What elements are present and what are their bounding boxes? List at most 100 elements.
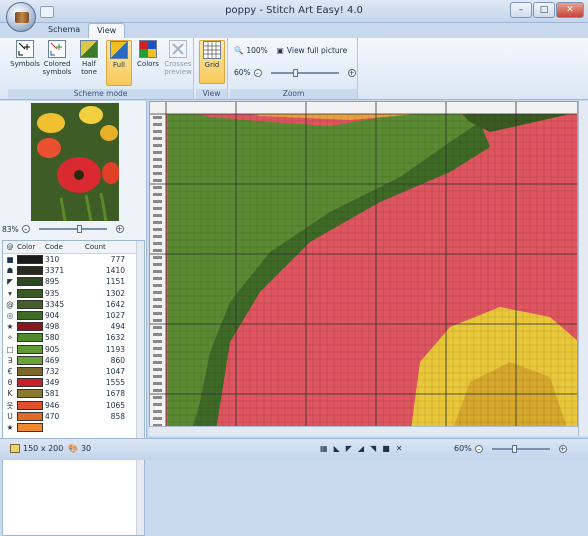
tool-full-icon[interactable]: ◥ — [370, 444, 376, 453]
palette-row[interactable]: @3345 1642 — [3, 299, 144, 310]
palette-code: 905 — [45, 344, 60, 354]
palette-row[interactable]: ✧ 580 1632 — [3, 332, 144, 343]
palette-symbol: ■ — [6, 255, 14, 265]
palette-swatch — [17, 389, 43, 399]
palette-swatch — [17, 333, 43, 343]
view-full-picture-button[interactable]: View full picture — [287, 46, 347, 55]
horizontal-scrollbar[interactable] — [149, 426, 578, 436]
tool-cross-icon[interactable]: ✕ — [396, 444, 403, 453]
tool-quarter-icon[interactable]: ◤ — [346, 444, 352, 453]
status-zoom-in-icon[interactable]: + — [558, 444, 567, 453]
palette-table: @ Color Code Count ■ 310 777 ☗ 3371 1410 ◤ 895 1… — [2, 240, 145, 536]
zoom-group: 🔍 100% ▣ View full picture 60% – + Zoom — [230, 38, 358, 100]
close-button[interactable]: ✕ — [556, 2, 584, 18]
zoom-in-icon[interactable]: + — [347, 68, 356, 77]
palette-code: 470 — [45, 411, 60, 421]
minimize-button[interactable]: – — [510, 2, 532, 18]
grid-button[interactable]: Grid — [199, 40, 225, 84]
preview-zoom-slider[interactable] — [33, 225, 113, 233]
palette-row[interactable]: θ 349 1555 — [3, 377, 144, 388]
ribbon-zoom-value: 60% — [234, 68, 251, 77]
palette-code: 732 — [45, 366, 60, 376]
palette-count: 860 — [110, 355, 125, 365]
palette-symbol: K — [7, 389, 13, 399]
palette-code: 904 — [45, 311, 60, 321]
colored-symbols-button[interactable]: Colored symbols — [42, 40, 72, 76]
palette-symbol: 웃 — [6, 400, 14, 410]
maximize-button[interactable]: □ — [533, 2, 555, 18]
palette-count: 1027 — [105, 311, 125, 321]
palette-code: 3371 — [45, 266, 65, 276]
palette-count: 1302 — [105, 288, 125, 298]
header-symbol[interactable]: @ — [3, 243, 17, 251]
palette-code: 349 — [45, 378, 60, 388]
pattern-grid[interactable] — [149, 101, 578, 436]
crosses-preview-button[interactable]: Crosses preview — [163, 40, 193, 76]
palette-symbol: @ — [6, 299, 14, 309]
preview-zoom-out-icon[interactable]: – — [21, 225, 30, 233]
palette-swatch — [17, 288, 43, 298]
palette-row[interactable]: ◎ 904 1027 — [3, 310, 144, 321]
palette-row[interactable]: ▾ 935 1302 — [3, 288, 144, 299]
palette-row[interactable]: €732 1047 — [3, 366, 144, 377]
zoom-reset-button[interactable]: 100% — [246, 46, 267, 55]
header-count[interactable]: Count — [85, 243, 125, 251]
palette-code: 580 — [45, 333, 60, 343]
full-button[interactable]: Full — [106, 40, 132, 86]
palette-swatch — [17, 411, 43, 421]
palette-swatch — [17, 255, 43, 265]
tool-back-icon[interactable]: ◢ — [358, 444, 364, 453]
scheme-mode-group: Symbols Colored symbols Half tone Full C… — [8, 38, 194, 100]
palette-symbol: ★ — [6, 422, 14, 432]
size-value: 150 x 200 — [23, 444, 64, 453]
symbols-icon — [16, 40, 34, 58]
vertical-scrollbar[interactable] — [578, 101, 588, 436]
palette-scrollbar[interactable] — [136, 241, 144, 535]
palette-count: 1047 — [105, 366, 125, 376]
tab-schema[interactable]: Schema — [40, 23, 88, 38]
palette-count: 1678 — [105, 389, 125, 399]
header-code[interactable]: Code — [45, 243, 85, 251]
header-color[interactable]: Color — [17, 243, 45, 251]
palette-swatch — [17, 311, 43, 321]
app-menu-button[interactable] — [6, 2, 36, 32]
tab-view[interactable]: View — [88, 23, 126, 38]
palette-row[interactable]: ★ — [3, 422, 144, 433]
grid-icon — [203, 41, 221, 59]
tool-half-icon[interactable]: ◣ — [334, 444, 340, 453]
tool-grid-icon[interactable]: ▦ — [320, 444, 328, 453]
pattern-canvas[interactable] — [150, 102, 578, 436]
zoom-reset-icon[interactable]: 🔍 — [234, 46, 243, 55]
palette-swatch — [17, 266, 43, 276]
palette-code: 3345 — [45, 299, 65, 309]
palette-row[interactable]: ☗ 3371 1410 — [3, 265, 144, 276]
palette-row[interactable]: ★ 498 494 — [3, 321, 144, 332]
palette-row[interactable]: ■ 310 777 — [3, 254, 144, 265]
palette-count: 1065 — [105, 400, 125, 410]
color-count: 30 — [80, 444, 92, 453]
crosses-preview-icon — [169, 40, 187, 58]
preview-zoom-in-icon[interactable]: + — [115, 225, 124, 233]
zoom-out-icon[interactable]: – — [253, 68, 262, 77]
palette-swatch — [17, 366, 43, 376]
colors-button[interactable]: Colors — [135, 40, 161, 68]
palette-row[interactable]: □ 905 1193 — [3, 344, 144, 355]
fit-icon: ▣ — [276, 46, 284, 55]
tool-stitch-icon[interactable]: ■ — [382, 444, 390, 453]
palette-swatch — [17, 400, 43, 410]
ribbon-zoom-slider[interactable] — [265, 68, 345, 77]
palette-row[interactable]: K 581 1678 — [3, 388, 144, 399]
view-group: Grid View — [196, 38, 228, 100]
status-zoom-slider[interactable] — [486, 444, 556, 453]
palette-swatch — [17, 344, 43, 354]
palette-swatch — [17, 355, 43, 365]
symbols-button[interactable]: Symbols — [10, 40, 40, 68]
palette-row[interactable]: 웃 946 1065 — [3, 399, 144, 410]
palette-row[interactable]: ∃ 469 860 — [3, 355, 144, 366]
palette-row[interactable]: ◤ 895 1151 — [3, 276, 144, 287]
palette-count: 1151 — [105, 277, 125, 287]
half-tone-button[interactable]: Half tone — [74, 40, 104, 76]
half-tone-icon — [80, 40, 98, 58]
status-zoom-out-icon[interactable]: – — [474, 444, 483, 453]
palette-row[interactable]: U 470 858 — [3, 411, 144, 422]
